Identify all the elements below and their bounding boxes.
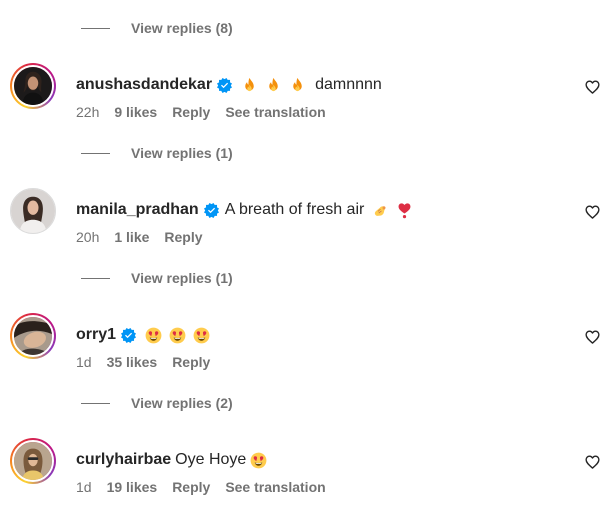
story-ring[interactable] xyxy=(10,438,56,484)
view-replies-link[interactable]: View replies (2) xyxy=(81,394,233,412)
see-translation-button[interactable]: See translation xyxy=(225,104,325,120)
comment-text: A breath of fresh air xyxy=(224,201,365,218)
likes-count[interactable]: 1 like xyxy=(114,229,149,245)
comment-line: anushasdandekar damnnnn xyxy=(76,73,382,97)
like-heart-icon[interactable] xyxy=(585,454,600,469)
avatar xyxy=(12,315,54,357)
likes-count[interactable]: 9 likes xyxy=(114,104,157,120)
comment-timestamp[interactable]: 22h xyxy=(76,104,99,120)
verified-badge-icon xyxy=(121,328,136,343)
avatar xyxy=(10,188,56,234)
comment-meta: 20h 1 like Reply xyxy=(76,229,218,245)
view-replies-link[interactable]: View replies (8) xyxy=(81,19,233,37)
username-link[interactable]: orry1 xyxy=(76,326,116,344)
fire-emoji xyxy=(289,77,306,94)
comment-meta: 1d 19 likes Reply See translation xyxy=(76,479,341,495)
fire-emoji xyxy=(241,77,258,94)
view-replies-link[interactable]: View replies (1) xyxy=(81,144,233,162)
heart-eyes-emoji xyxy=(250,452,267,469)
comment-timestamp[interactable]: 1d xyxy=(76,479,92,495)
like-heart-icon[interactable] xyxy=(585,79,600,94)
comment-emojis xyxy=(372,202,420,219)
avatar-frame[interactable] xyxy=(10,188,56,234)
comment-timestamp[interactable]: 20h xyxy=(76,229,99,245)
reply-button[interactable]: Reply xyxy=(164,229,202,245)
pinched-fingers-emoji xyxy=(372,202,389,219)
likes-count[interactable]: 35 likes xyxy=(107,354,158,370)
comment-item: curlyhairbae Oye Hoye 1d 19 likes Reply … xyxy=(0,438,613,508)
view-replies-label: View replies (2) xyxy=(131,395,233,411)
verified-badge-icon xyxy=(217,78,232,93)
story-ring[interactable] xyxy=(10,63,56,109)
view-replies-label: View replies (1) xyxy=(131,145,233,161)
username-link[interactable]: anushasdandekar xyxy=(76,76,212,94)
replies-divider-line xyxy=(81,277,110,279)
likes-count[interactable]: 19 likes xyxy=(107,479,158,495)
replies-divider-line xyxy=(81,152,110,154)
heart-eyes-emoji xyxy=(193,327,210,344)
fire-emoji xyxy=(265,77,282,94)
view-replies-link[interactable]: View replies (1) xyxy=(81,269,233,287)
comment-emojis xyxy=(241,77,313,94)
comment-meta: 22h 9 likes Reply See translation xyxy=(76,104,341,120)
avatar xyxy=(12,440,54,482)
comment-item: anushasdandekar damnnnn 22h 9 likes Repl… xyxy=(0,63,613,133)
comment-meta: 1d 35 likes Reply xyxy=(76,354,225,370)
comment-line: curlyhairbae Oye Hoye xyxy=(76,448,274,472)
comment-timestamp[interactable]: 1d xyxy=(76,354,92,370)
like-heart-icon[interactable] xyxy=(585,329,600,344)
reply-button[interactable]: Reply xyxy=(172,104,210,120)
replies-divider-line xyxy=(81,402,110,404)
verified-badge-icon xyxy=(204,203,219,218)
username-link[interactable]: curlyhairbae xyxy=(76,451,171,469)
comment-emojis xyxy=(250,452,274,469)
story-ring[interactable] xyxy=(10,313,56,359)
comment-text: damnnnn xyxy=(315,76,382,93)
view-replies-label: View replies (1) xyxy=(131,270,233,286)
like-heart-icon[interactable] xyxy=(585,204,600,219)
see-translation-button[interactable]: See translation xyxy=(225,479,325,495)
comment-line: manila_pradhan A breath of fresh air xyxy=(76,198,420,222)
replies-divider-line xyxy=(81,27,110,29)
reply-button[interactable]: Reply xyxy=(172,479,210,495)
comment-emojis xyxy=(145,327,217,344)
comment-line: orry1 xyxy=(76,323,217,347)
username-link[interactable]: manila_pradhan xyxy=(76,201,199,219)
comment-text: Oye Hoye xyxy=(175,451,247,468)
heart-eyes-emoji xyxy=(145,327,162,344)
view-replies-label: View replies (8) xyxy=(131,20,233,36)
heart-exclamation-emoji xyxy=(396,202,413,219)
comment-item: manila_pradhan A breath of fresh air 20h… xyxy=(0,188,613,258)
comment-item: orry1 1d 35 likes Reply xyxy=(0,313,613,383)
heart-eyes-emoji xyxy=(169,327,186,344)
reply-button[interactable]: Reply xyxy=(172,354,210,370)
avatar xyxy=(12,65,54,107)
